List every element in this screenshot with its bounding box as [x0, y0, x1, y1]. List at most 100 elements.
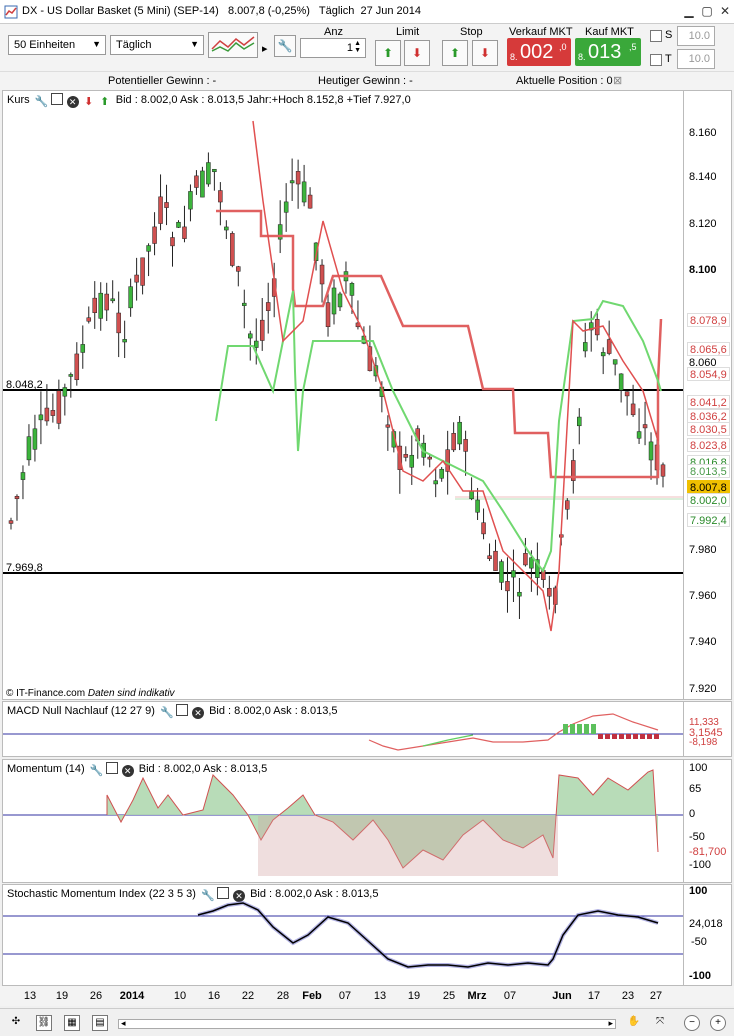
candle [295, 171, 301, 185]
candle [349, 283, 355, 296]
price-tag: 8.041,2 [687, 395, 730, 409]
price-tag: 8.036,2 [687, 409, 730, 423]
limit-buy-button[interactable]: ⬆ [375, 40, 401, 66]
macd-bar [584, 724, 589, 734]
macd-bar [640, 734, 645, 739]
macd-bar [626, 734, 631, 739]
verkauf-button[interactable]: 8. 002 ,0 [507, 38, 571, 66]
price-chart-canvas[interactable] [3, 91, 731, 699]
stop-sell-button[interactable]: ⬇ [472, 40, 498, 66]
candle [86, 317, 92, 322]
price-tag: 8.023,8 [687, 438, 730, 452]
units-value: 50 Einheiten [14, 39, 76, 51]
candle [92, 297, 97, 313]
status-bar: ✣ ⛓ ▦ ▤ ◂ ▸ ✋ ⤧ − + [0, 1008, 734, 1036]
candle [469, 490, 474, 500]
t-value-input[interactable]: 10.0 [677, 49, 715, 69]
x-tick: 16 [207, 990, 221, 1002]
y-tick: 8.100 [689, 264, 717, 276]
momentum-canvas[interactable] [3, 760, 731, 882]
x-tick: 19 [55, 990, 69, 1002]
candle [265, 302, 271, 311]
credit-text: © IT-Finance.com Daten sind indikativ [6, 688, 175, 699]
price-chart-panel: Kurs 🔧 ✕ ⬇ ⬆ Bid : 8.002,0 Ask : 8.013,5 Ja… [2, 90, 732, 700]
candle [499, 561, 504, 583]
candle [529, 557, 534, 569]
candle [618, 373, 624, 391]
scroll-right-icon[interactable]: ▸ [608, 1018, 613, 1029]
interval-value: Täglich [116, 39, 152, 51]
x-tick: 25 [442, 990, 456, 1002]
y-tick: 7.940 [689, 636, 717, 648]
scroll-left-icon[interactable]: ◂ [121, 1018, 126, 1029]
x-tick: Mrz [467, 990, 487, 1002]
link-icon[interactable]: ⛓ [36, 1015, 52, 1031]
candle [600, 352, 606, 357]
momentum-tag: -81,700 [687, 845, 729, 859]
candle [62, 387, 68, 397]
x-tick: 2014 [119, 990, 145, 1002]
candle [648, 441, 654, 461]
sell-arrow-icon: ⬇ [479, 46, 491, 60]
x-tick: 13 [373, 990, 387, 1002]
candle [612, 359, 618, 365]
candle [427, 456, 432, 460]
close-icon[interactable]: ✕ [718, 4, 732, 18]
macd-bar [605, 734, 610, 739]
buy-arrow-icon: ⬆ [382, 46, 394, 60]
candle [403, 454, 409, 458]
macd-bar [612, 734, 617, 739]
position-info-bar: Potentieller Gewinn : - Heutiger Gewinn … [0, 72, 734, 90]
current-position: Aktuelle Position : 0 [516, 75, 613, 87]
maximize-icon[interactable]: ▢ [700, 4, 714, 18]
x-tick: Jun [552, 990, 572, 1002]
zoom-fit-icon[interactable]: ⤧ [652, 1015, 668, 1031]
candle [170, 237, 175, 247]
candle [505, 581, 510, 592]
clear-position-icon[interactable]: ⊠ [613, 74, 622, 87]
macd-signal [422, 734, 474, 747]
candle [319, 264, 325, 285]
candle [487, 555, 492, 559]
zoom-in-icon[interactable]: + [710, 1015, 726, 1031]
crosshair-icon[interactable]: ✣ [8, 1015, 24, 1031]
candle [146, 245, 151, 252]
t-checkbox[interactable] [650, 54, 662, 66]
indicator-button[interactable] [208, 32, 258, 58]
grid-icon[interactable]: ▦ [64, 1015, 80, 1031]
momentum-negative-shade [258, 816, 558, 876]
y-tick: 100 [689, 762, 708, 774]
kauf-button[interactable]: 8. 013 ,5 [575, 38, 641, 66]
x-tick: 13 [23, 990, 37, 1002]
layout-icon[interactable]: ▤ [92, 1015, 108, 1031]
thumb-icon[interactable]: ✋ [626, 1015, 642, 1031]
candle [565, 500, 570, 510]
candle [325, 302, 331, 328]
anz-input[interactable]: 1 ▲ ▼ [300, 38, 366, 58]
horizontal-scrollbar[interactable]: ◂ ▸ [118, 1018, 616, 1029]
x-axis: 13 19 26 2014 10 16 22 28 Feb 07 13 19 25 Mrz 07 Jun 17 2… [0, 986, 734, 1006]
chevron-down-icon: ▼ [190, 39, 199, 49]
verkauf-suffix: ,0 [559, 42, 567, 52]
stop-buy-button[interactable]: ⬆ [442, 40, 468, 66]
macd-bar [577, 724, 582, 734]
units-select[interactable]: 50 Einheiten ▼ [8, 35, 106, 55]
zoom-out-icon[interactable]: − [684, 1015, 700, 1031]
s-checkbox[interactable] [650, 30, 662, 42]
kauf-prefix: 8. [578, 52, 586, 62]
stop-label: Stop [460, 26, 483, 38]
s-value-input[interactable]: 10.0 [677, 26, 715, 46]
stochastic-canvas[interactable] [3, 885, 731, 985]
macd-bar [619, 734, 624, 739]
macd-canvas[interactable] [3, 702, 731, 756]
wrench-button[interactable]: 🔧 [274, 35, 296, 57]
anz-value: 1 [346, 42, 353, 54]
stoch-k-line [197, 902, 659, 968]
app-icon [4, 5, 18, 19]
interval-select[interactable]: Täglich ▼ [110, 35, 204, 55]
limit-sell-button[interactable]: ⬇ [404, 40, 430, 66]
minimize-icon[interactable]: ▁ [682, 4, 696, 18]
candle [511, 570, 516, 578]
macd-panel: MACD Null Nachlauf (12 27 9) 🔧 ✕ Bid : 8.… [2, 701, 732, 757]
candle [523, 553, 528, 566]
